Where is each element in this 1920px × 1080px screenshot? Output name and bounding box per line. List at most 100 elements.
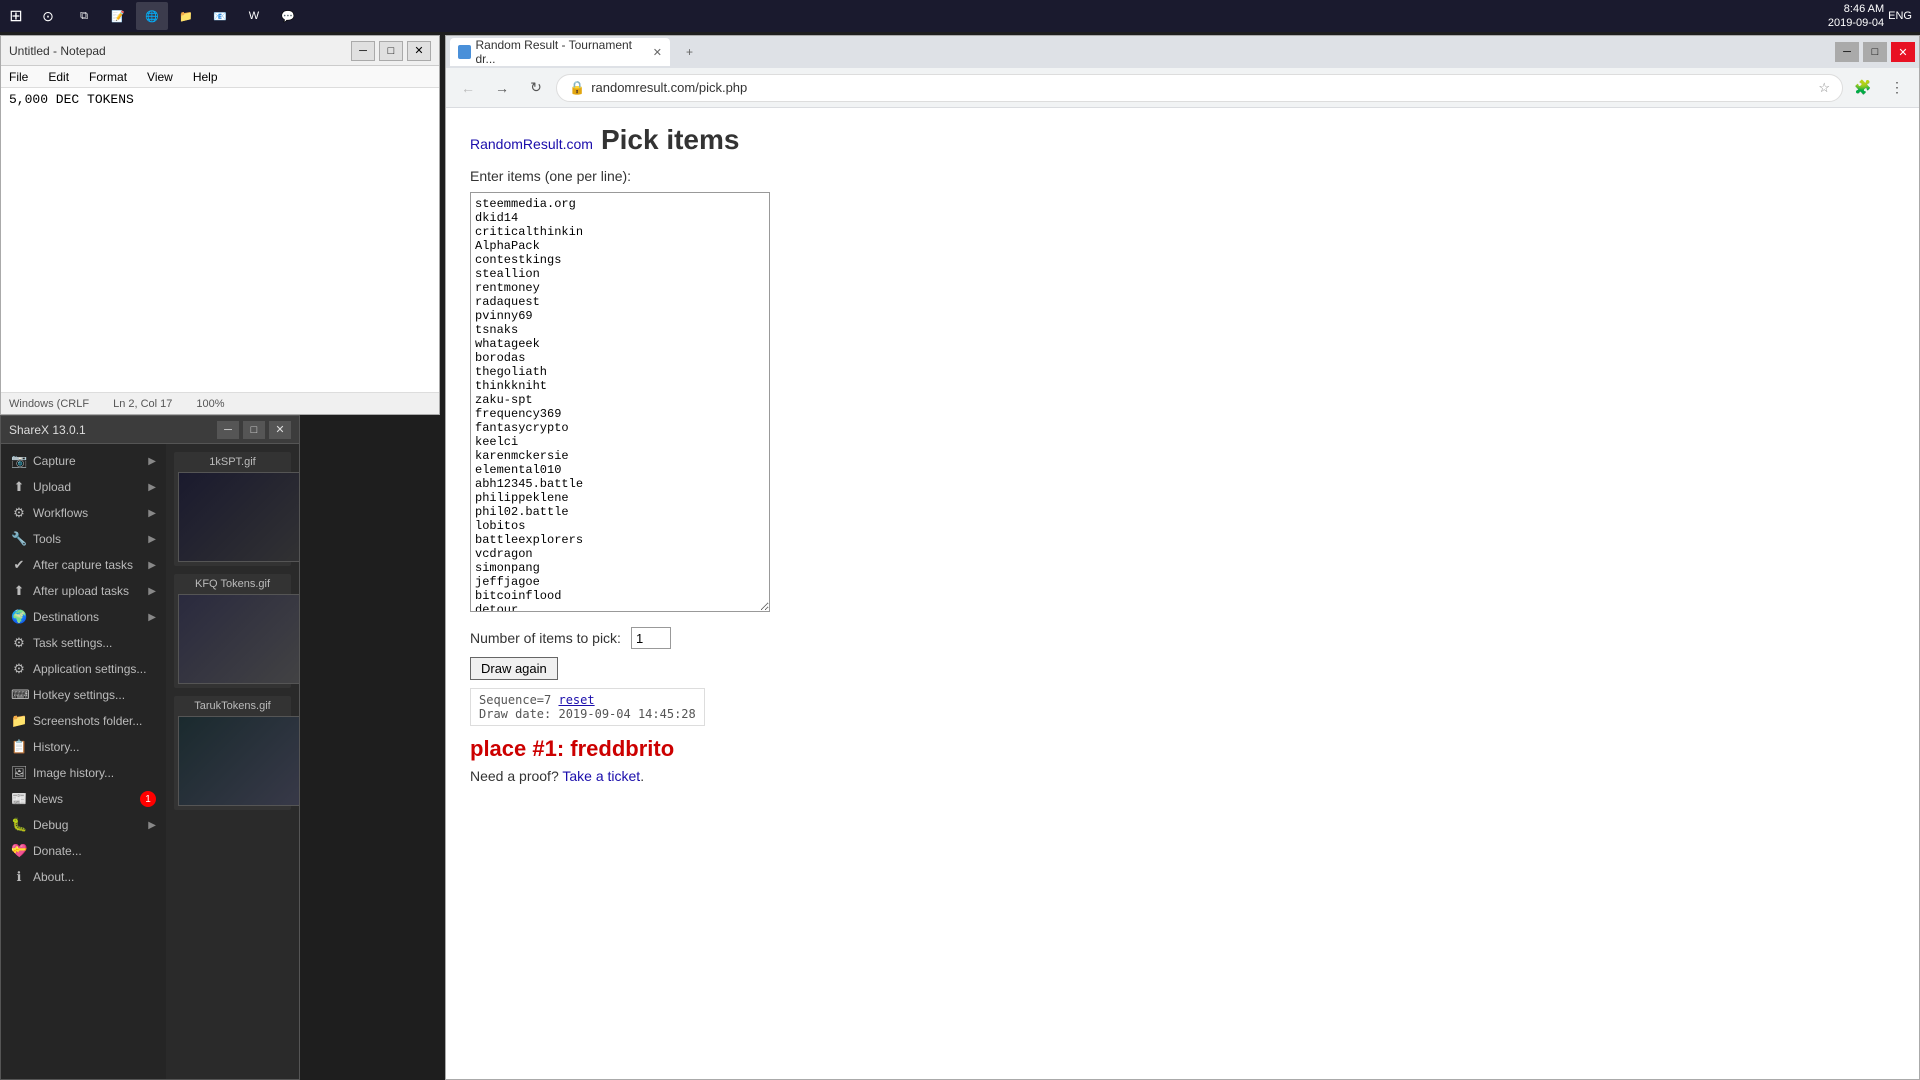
teams-taskbar-app[interactable]: 💬 xyxy=(272,2,304,30)
notepad-controls: ─ □ ✕ xyxy=(351,41,431,61)
app-settings-label: Application settings... xyxy=(33,662,146,676)
thumbnails-container: 1kSPT.gif KFQ Tokens.gif TarukTokens.gif xyxy=(166,444,299,826)
proof-text: Need a proof? Take a ticket. xyxy=(470,768,1895,784)
notepad-menu-format[interactable]: Format xyxy=(85,68,131,86)
sharex-tools[interactable]: 🔧 Tools ▶ xyxy=(1,526,166,552)
back-button[interactable]: ← xyxy=(454,74,482,102)
thumbnail-1[interactable]: 1kSPT.gif xyxy=(174,452,291,566)
sharex-news[interactable]: 📰 News 1 xyxy=(1,786,166,812)
items-textarea[interactable]: steemmedia.org dkid14 criticalthinkin Al… xyxy=(470,192,770,612)
sharex-upload[interactable]: ⬆ Upload ▶ xyxy=(1,474,166,500)
after-capture-arrow: ▶ xyxy=(148,560,156,571)
notepad-taskbar-app[interactable]: 📝 xyxy=(102,2,134,30)
lock-icon: 🔒 xyxy=(569,80,585,96)
thumbnail-2[interactable]: KFQ Tokens.gif xyxy=(174,574,291,688)
thumbnail-1-preview xyxy=(179,473,299,561)
sharex-title: ShareX 13.0.1 xyxy=(9,423,217,437)
sharex-window: ShareX 13.0.1 ─ □ ✕ 📷 Capture ▶ ⬆ Upload… xyxy=(0,415,300,1080)
sharex-donate[interactable]: 💝 Donate... xyxy=(1,838,166,864)
workflows-arrow: ▶ xyxy=(148,508,156,519)
sharex-close-button[interactable]: ✕ xyxy=(269,421,291,439)
screenshots-folder-icon: 📁 xyxy=(11,713,27,729)
notepad-window: Untitled - Notepad ─ □ ✕ File Edit Forma… xyxy=(0,35,440,415)
notepad-maximize-button[interactable]: □ xyxy=(379,41,403,61)
capture-icon: 📷 xyxy=(11,453,27,469)
browser-close-button[interactable]: ✕ xyxy=(1891,42,1915,62)
sharex-debug[interactable]: 🐛 Debug ▶ xyxy=(1,812,166,838)
star-icon[interactable]: ☆ xyxy=(1818,80,1830,96)
taskview-button[interactable]: ⧉ xyxy=(68,2,100,30)
sharex-workflows[interactable]: ⚙ Workflows ▶ xyxy=(1,500,166,526)
donate-label: Donate... xyxy=(33,844,82,858)
notepad-menu-file[interactable]: File xyxy=(5,68,32,86)
sharex-after-capture[interactable]: ✔ After capture tasks ▶ xyxy=(1,552,166,578)
sharex-app-settings[interactable]: ⚙ Application settings... xyxy=(1,656,166,682)
sharex-about[interactable]: ℹ About... xyxy=(1,864,166,890)
take-ticket-link[interactable]: Take a ticket xyxy=(562,768,640,784)
pick-number-input[interactable] xyxy=(631,627,671,649)
browser-tab-active[interactable]: Random Result - Tournament dr... ✕ xyxy=(450,38,670,66)
notepad-menu-view[interactable]: View xyxy=(143,68,177,86)
sharex-task-settings[interactable]: ⚙ Task settings... xyxy=(1,630,166,656)
after-upload-label: After upload tasks xyxy=(33,584,129,598)
sequence-box: Sequence=7 reset Draw date: 2019-09-04 1… xyxy=(470,688,705,726)
sharex-maximize-button[interactable]: □ xyxy=(243,421,265,439)
reset-link[interactable]: reset xyxy=(558,693,594,707)
menu-button[interactable]: ⋮ xyxy=(1883,74,1911,102)
result-text: place #1: freddbrito xyxy=(470,736,1895,762)
notepad-menu-help[interactable]: Help xyxy=(189,68,222,86)
sharex-screenshots-folder[interactable]: 📁 Screenshots folder... xyxy=(1,708,166,734)
sharex-minimize-button[interactable]: ─ xyxy=(217,421,239,439)
sharex-main: 1kSPT.gif KFQ Tokens.gif TarukTokens.gif xyxy=(166,444,299,1079)
browser-maximize-button[interactable]: □ xyxy=(1863,42,1887,62)
proof-label: Need a proof? xyxy=(470,768,559,784)
address-bar[interactable]: 🔒 randomresult.com/pick.php ☆ xyxy=(556,74,1843,102)
notepad-minimize-button[interactable]: ─ xyxy=(351,41,375,61)
destinations-arrow: ▶ xyxy=(148,612,156,623)
sharex-hotkey-settings[interactable]: ⌨ Hotkey settings... xyxy=(1,682,166,708)
url-display: randomresult.com/pick.php xyxy=(591,80,1812,95)
thumbnail-3-label: TarukTokens.gif xyxy=(178,700,287,712)
thumbnail-3[interactable]: TarukTokens.gif xyxy=(174,696,291,810)
sharex-after-upload[interactable]: ⬆ After upload tasks ▶ xyxy=(1,578,166,604)
word-taskbar-app[interactable]: W xyxy=(238,2,270,30)
forward-button[interactable]: → xyxy=(488,74,516,102)
lang-indicator: ENG xyxy=(1888,10,1912,22)
notepad-text: 5,000 DEC TOKENS xyxy=(9,92,431,107)
explorer-taskbar-app[interactable]: 📁 xyxy=(170,2,202,30)
mail-taskbar-app[interactable]: 📧 xyxy=(204,2,236,30)
donate-icon: 💝 xyxy=(11,843,27,859)
draw-again-button[interactable]: Draw again xyxy=(470,657,558,680)
workflows-icon: ⚙ xyxy=(11,505,27,521)
notepad-menu-edit[interactable]: Edit xyxy=(44,68,73,86)
news-icon: 📰 xyxy=(11,791,27,807)
hotkey-settings-label: Hotkey settings... xyxy=(33,688,125,702)
about-icon: ℹ xyxy=(11,869,27,885)
history-icon: 📋 xyxy=(11,739,27,755)
sharex-capture[interactable]: 📷 Capture ▶ xyxy=(1,448,166,474)
notepad-content[interactable]: 5,000 DEC TOKENS xyxy=(1,88,439,392)
after-capture-label: After capture tasks xyxy=(33,558,133,572)
notepad-title: Untitled - Notepad xyxy=(9,44,351,58)
taskbar-right: 8:46 AM 2019-09-04 ENG xyxy=(1820,2,1920,31)
sharex-history[interactable]: 📋 History... xyxy=(1,734,166,760)
browser-minimize-button[interactable]: ─ xyxy=(1835,42,1859,62)
search-button[interactable]: ⊙ xyxy=(32,0,64,32)
new-tab-button[interactable]: + xyxy=(674,38,705,66)
browser-content: RandomResult.com Pick items Enter items … xyxy=(446,108,1919,1079)
page-domain-link[interactable]: RandomResult.com xyxy=(470,136,593,152)
tab-close-button[interactable]: ✕ xyxy=(653,46,662,59)
destinations-icon: 🌍 xyxy=(11,609,27,625)
reload-button[interactable]: ↻ xyxy=(522,74,550,102)
notepad-close-button[interactable]: ✕ xyxy=(407,41,431,61)
browser-taskbar-app[interactable]: 🌐 xyxy=(136,2,168,30)
sharex-image-history[interactable]: 🖼 Image history... xyxy=(1,760,166,786)
start-button[interactable]: ⊞ xyxy=(0,0,32,32)
about-label: About... xyxy=(33,870,74,884)
upload-arrow: ▶ xyxy=(148,482,156,493)
notepad-menu: File Edit Format View Help xyxy=(1,66,439,88)
sharex-destinations[interactable]: 🌍 Destinations ▶ xyxy=(1,604,166,630)
extensions-button[interactable]: 🧩 xyxy=(1849,74,1877,102)
notepad-line-ending: Windows (CRLF xyxy=(9,398,89,410)
destinations-label: Destinations xyxy=(33,610,99,624)
